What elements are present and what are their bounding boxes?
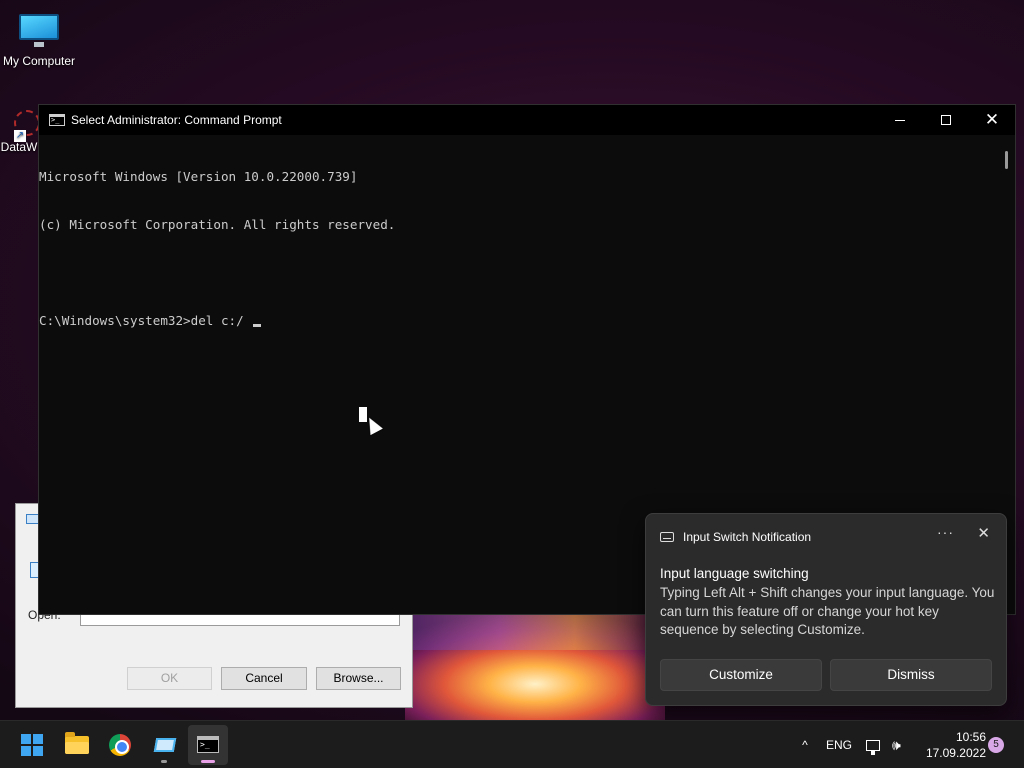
browse-button[interactable]: Browse...: [316, 667, 401, 690]
console-line: Microsoft Windows [Version 10.0.22000.73…: [39, 169, 358, 184]
shortcut-arrow-icon: ↗: [14, 130, 26, 142]
console-prompt-line: C:\Windows\system32>del c:/: [39, 313, 252, 328]
clock-date: 17.09.2022: [925, 746, 986, 760]
minimize-button[interactable]: [877, 105, 923, 135]
desktop-icon-label: My Computer: [2, 54, 76, 68]
close-icon: ✕: [984, 110, 1000, 130]
text-cursor: [253, 324, 262, 327]
desktop-icon-label: DataW: [0, 140, 38, 154]
network-button[interactable]: [866, 721, 884, 768]
clock-time: 10:56: [955, 730, 986, 744]
running-indicator: [161, 760, 167, 763]
notification-close-button[interactable]: ✕: [977, 524, 990, 542]
desktop-icon-my-computer[interactable]: My Computer: [0, 8, 78, 68]
keyboard-icon: [660, 532, 674, 542]
speaker-icon: 🕪: [892, 736, 901, 753]
run-window-icon: [153, 738, 177, 752]
desktop-icon-dataw[interactable]: ↗ DataW: [0, 110, 38, 154]
ok-button[interactable]: OK: [127, 667, 212, 690]
clock[interactable]: 10:56 17.09.2022: [918, 721, 986, 768]
notification-count-badge[interactable]: 5: [988, 737, 1004, 753]
notification-app-name: Input Switch Notification: [683, 530, 812, 544]
taskbar: ^ ENG 🕪 10:56 17.09.2022 5: [0, 720, 1024, 768]
cancel-button[interactable]: Cancel: [221, 667, 307, 690]
maximize-icon: [941, 115, 951, 125]
minimize-icon: [895, 119, 905, 121]
notification-body: Typing Left Alt + Shift changes your inp…: [660, 585, 995, 637]
title-bar[interactable]: Select Administrator: Command Prompt ✕: [39, 105, 1015, 135]
customize-button[interactable]: Customize: [660, 659, 822, 691]
scrollbar-thumb[interactable]: [1005, 151, 1008, 169]
folder-icon: [65, 732, 89, 754]
monitor-icon: [17, 12, 61, 48]
command-prompt-icon: [49, 114, 65, 126]
notification-heading: Input language switching: [660, 566, 809, 581]
taskbar-chrome[interactable]: [100, 725, 140, 765]
wallpaper-glow: [400, 610, 650, 650]
network-icon: [866, 739, 880, 755]
maximize-button[interactable]: [923, 105, 969, 135]
dismiss-button[interactable]: Dismiss: [830, 659, 992, 691]
chevron-up-icon: ^: [802, 738, 808, 752]
input-language-indicator[interactable]: ENG: [826, 721, 852, 768]
console-line: (c) Microsoft Corporation. All rights re…: [39, 217, 396, 232]
taskbar-file-explorer[interactable]: [56, 725, 96, 765]
volume-button[interactable]: 🕪: [892, 721, 910, 768]
taskbar-run[interactable]: [144, 725, 184, 765]
window-title: Select Administrator: Command Prompt: [71, 113, 282, 127]
show-hidden-icons-button[interactable]: ^: [796, 721, 814, 768]
active-indicator: [201, 760, 215, 763]
input-switch-notification[interactable]: Input Switch Notification ··· ✕ Input la…: [645, 513, 1007, 706]
taskbar-command-prompt[interactable]: [188, 725, 228, 765]
dataw-app-icon: ↗: [14, 110, 38, 142]
more-options-button[interactable]: ···: [937, 524, 954, 540]
chrome-icon: [109, 734, 131, 756]
close-button[interactable]: ✕: [969, 105, 1015, 135]
start-button[interactable]: [12, 725, 52, 765]
terminal-icon: [197, 736, 219, 753]
